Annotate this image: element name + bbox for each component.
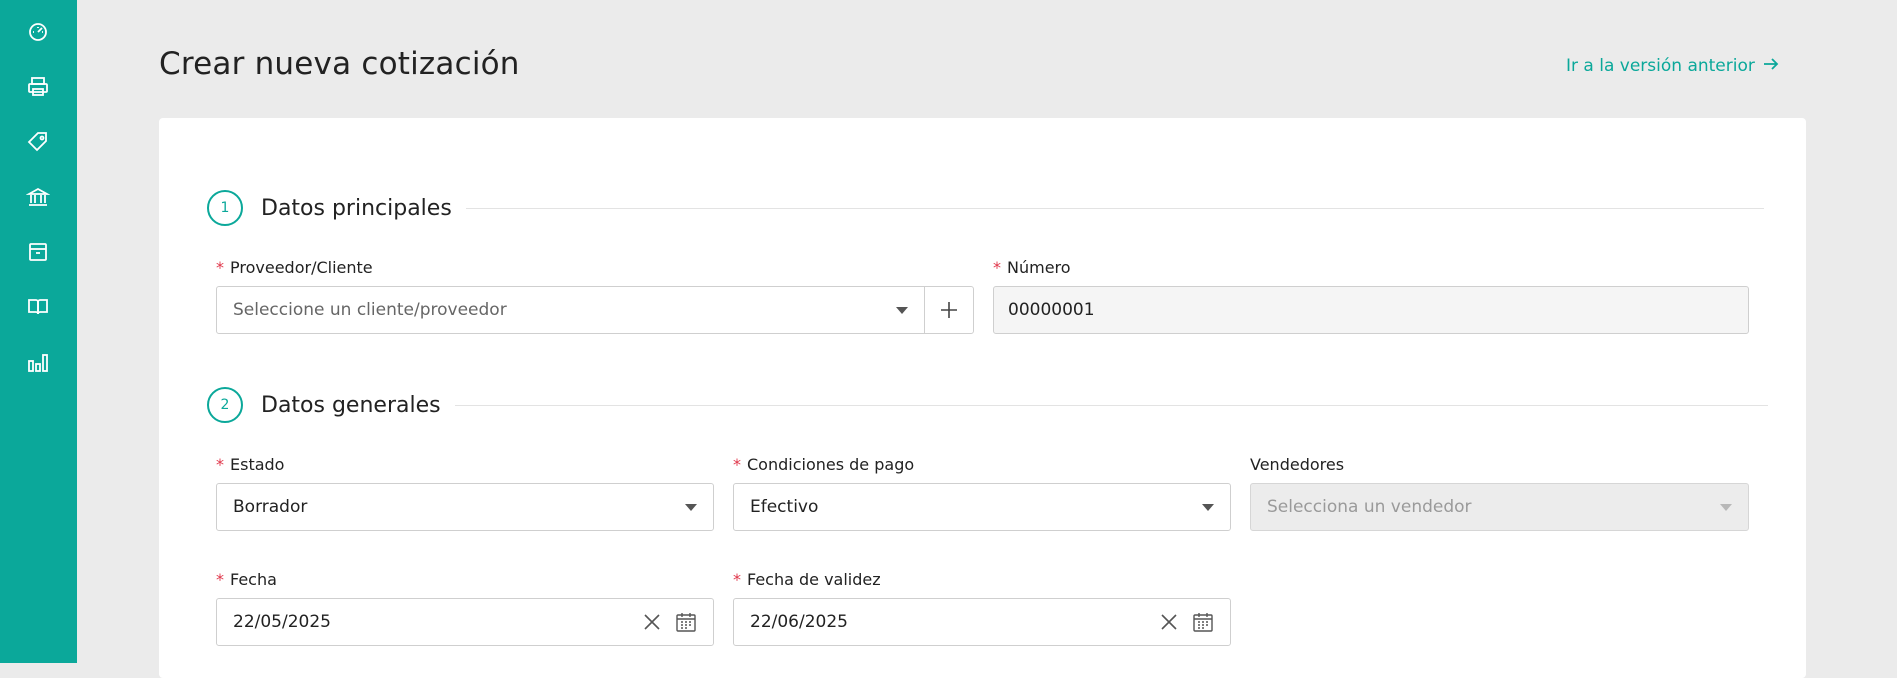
chevron-down-icon	[896, 306, 908, 314]
number-label: * Número	[993, 258, 1071, 277]
tag-icon[interactable]	[24, 128, 52, 156]
valid-date-input[interactable]: 22/06/2025	[733, 598, 1231, 646]
payment-field: * Condiciones de pago Efectivo	[733, 455, 1231, 531]
plus-icon	[941, 302, 957, 318]
step-number: 1	[207, 190, 243, 226]
chevron-down-icon	[685, 503, 697, 511]
section-general-data: 2 Datos generales	[207, 387, 1768, 423]
clear-icon[interactable]	[643, 613, 661, 631]
provider-label: * Proveedor/Cliente	[216, 258, 373, 277]
dashboard-gauge-icon[interactable]	[24, 17, 52, 45]
section-title: Datos generales	[261, 392, 441, 418]
section-divider	[454, 404, 1768, 406]
clear-icon[interactable]	[1160, 613, 1178, 631]
chevron-down-icon	[1720, 503, 1732, 511]
step-number: 2	[207, 387, 243, 423]
date-label: * Fecha	[216, 570, 277, 589]
number-input[interactable]: 00000001	[993, 286, 1749, 334]
payment-label: * Condiciones de pago	[733, 455, 915, 474]
valid-date-label: * Fecha de validez	[733, 570, 881, 589]
add-provider-button[interactable]	[924, 286, 974, 334]
sellers-placeholder: Selecciona un vendedor	[1267, 497, 1472, 517]
calendar-icon[interactable]	[1192, 611, 1214, 633]
previous-version-label: Ir a la versión anterior	[1566, 56, 1755, 76]
status-select[interactable]: Borrador	[216, 483, 714, 531]
number-value: 00000001	[1008, 300, 1095, 320]
status-label: * Estado	[216, 455, 285, 474]
valid-date-field: * Fecha de validez 22/06/2025	[733, 570, 1231, 646]
sellers-field: Vendedores Selecciona un vendedor	[1250, 455, 1749, 531]
chevron-down-icon	[1202, 503, 1214, 511]
section-main-data: 1 Datos principales	[207, 190, 1764, 226]
valid-date-value: 22/06/2025	[750, 612, 848, 632]
arrow-right-icon	[1763, 56, 1779, 76]
printer-icon[interactable]	[24, 73, 52, 101]
sellers-label: Vendedores	[1250, 455, 1345, 474]
date-field: * Fecha 22/05/2025	[216, 570, 714, 646]
provider-select[interactable]: Seleccione un cliente/proveedor	[216, 286, 925, 334]
quote-form-card: 1 Datos principales * Proveedor/Cliente S…	[159, 118, 1806, 678]
inventory-box-icon[interactable]	[24, 238, 52, 266]
date-value: 22/05/2025	[233, 612, 331, 632]
status-value: Borrador	[233, 497, 308, 517]
previous-version-link[interactable]: Ir a la versión anterior	[1566, 56, 1779, 76]
calendar-icon[interactable]	[675, 611, 697, 633]
date-input[interactable]: 22/05/2025	[216, 598, 714, 646]
payment-select[interactable]: Efectivo	[733, 483, 1231, 531]
sidebar	[0, 0, 77, 663]
page-title: Crear nueva cotización	[159, 46, 520, 82]
provider-field: * Proveedor/Cliente Seleccione un cliente…	[216, 258, 974, 334]
payment-value: Efectivo	[750, 497, 819, 517]
number-field: * Número 00000001	[993, 258, 1749, 334]
book-icon[interactable]	[24, 293, 52, 321]
status-field: * Estado Borrador	[216, 455, 714, 531]
provider-placeholder: Seleccione un cliente/proveedor	[233, 300, 507, 320]
sellers-select[interactable]: Selecciona un vendedor	[1250, 483, 1749, 531]
reports-chart-icon[interactable]	[24, 349, 52, 377]
section-title: Datos principales	[261, 195, 452, 221]
bank-icon[interactable]	[24, 183, 52, 211]
section-divider	[465, 207, 1764, 209]
